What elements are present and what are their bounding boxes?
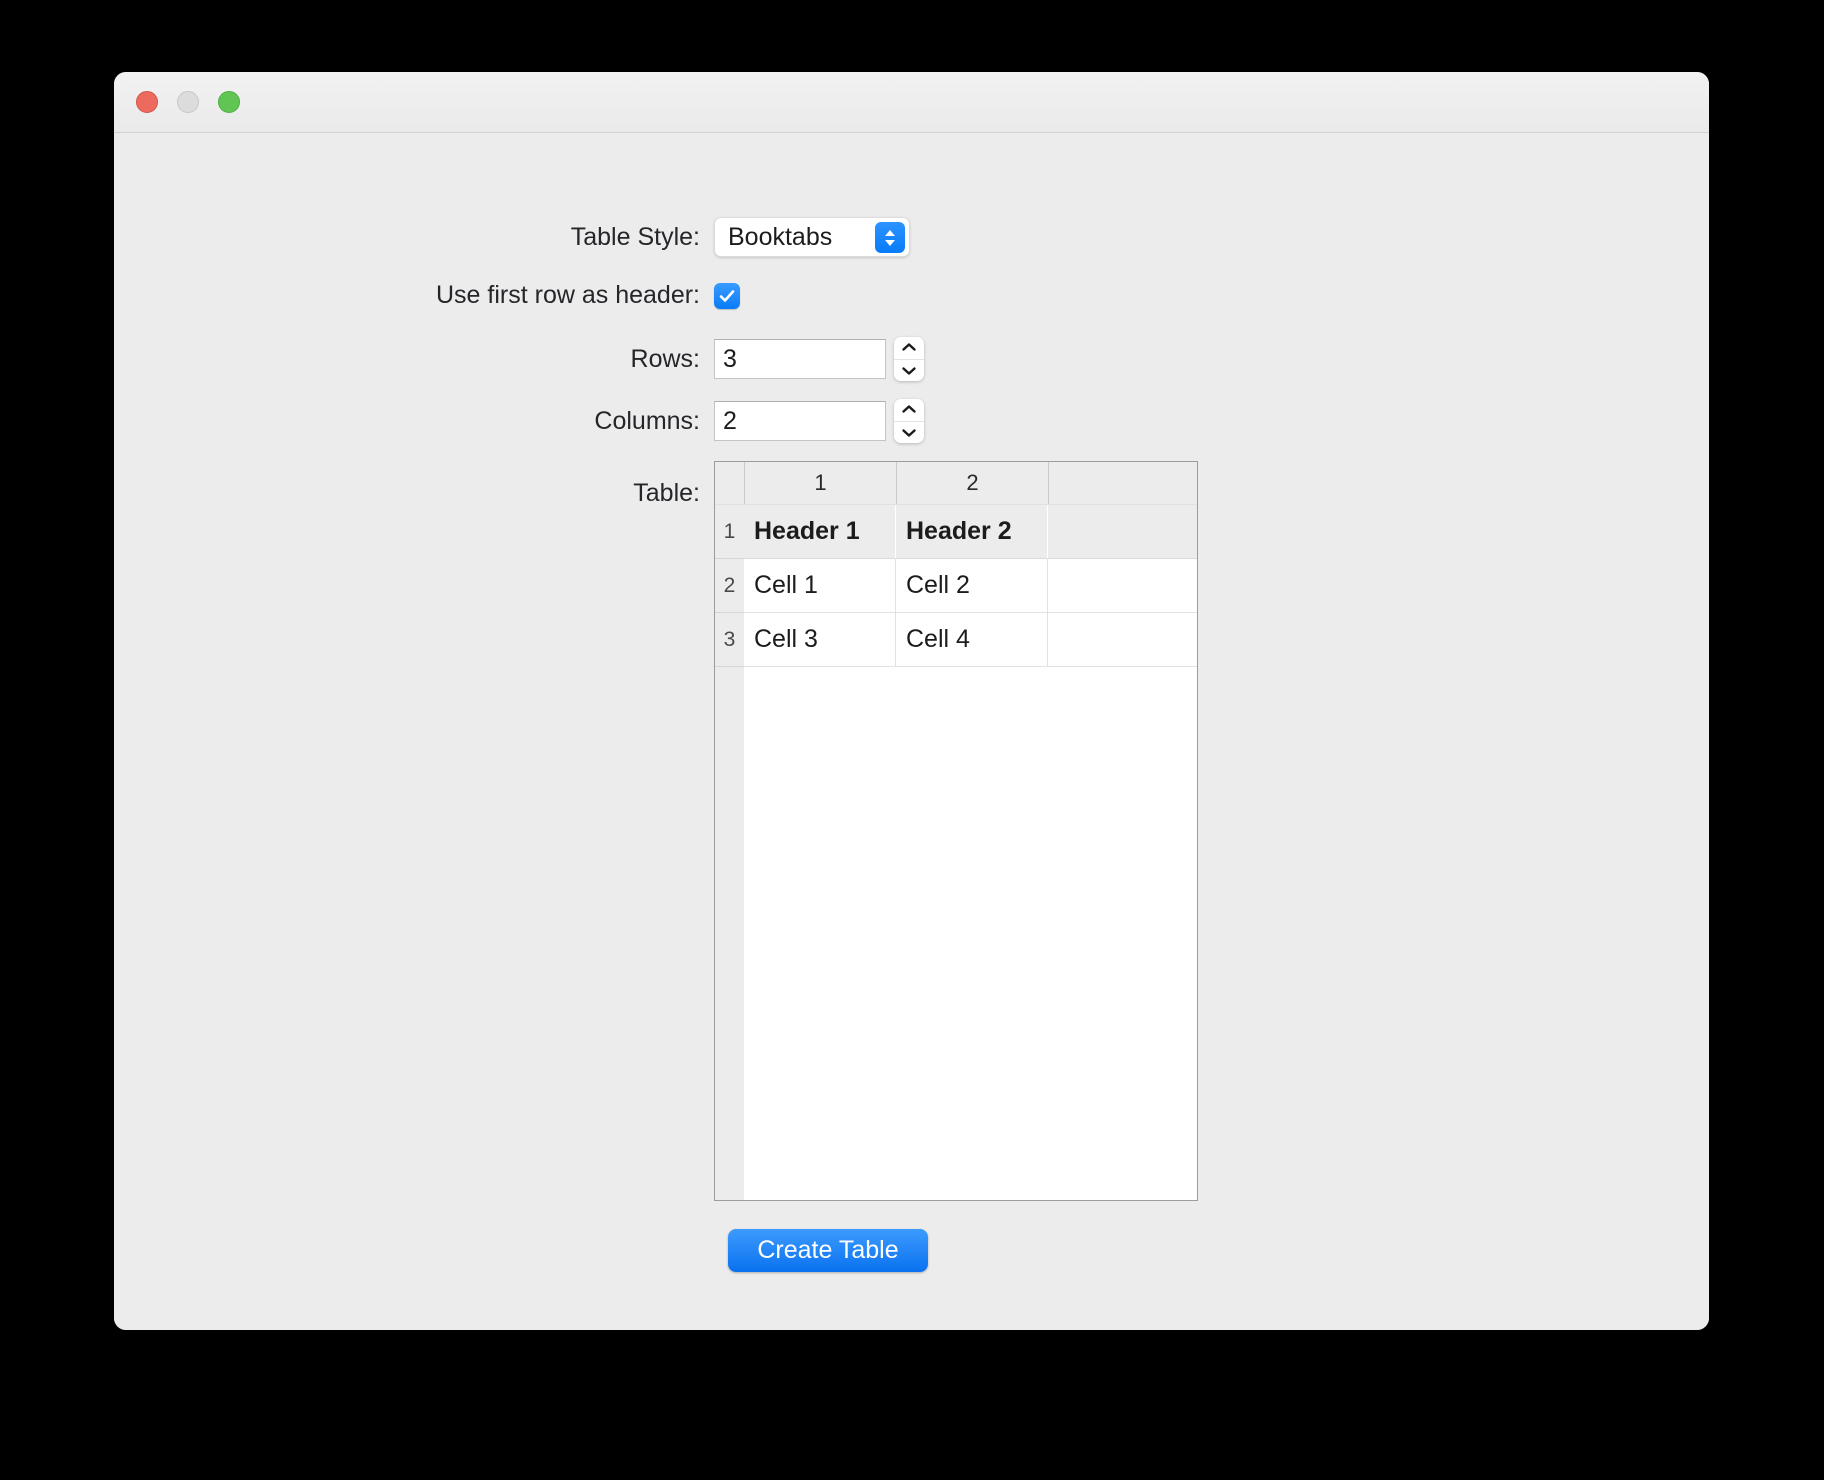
columns-input[interactable]: 2 <box>714 401 886 441</box>
use-first-row-as-header-label: Use first row as header: <box>436 281 700 309</box>
rows-stepper[interactable] <box>894 337 924 381</box>
close-window-icon[interactable] <box>136 91 158 113</box>
column-header-filler <box>1048 462 1197 504</box>
table-blank-area <box>744 667 1197 1200</box>
screen: Table Style: Booktabs Use first row as h… <box>0 0 1824 1480</box>
column-header-2[interactable]: 2 <box>896 462 1048 504</box>
columns-stepper-increment[interactable] <box>894 399 924 421</box>
row-number[interactable]: 3 <box>715 613 744 667</box>
table-style-row: Table Style: Booktabs <box>114 217 910 257</box>
rows-stepper-decrement[interactable] <box>894 358 924 382</box>
table-editor-row: Table: 1 2 1 Header 1 Header 2 2 Cell 1 … <box>114 461 1198 1201</box>
row-number[interactable]: 1 <box>715 505 744 559</box>
columns-stepper[interactable] <box>894 399 924 443</box>
table-cell[interactable]: Header 2 <box>896 505 1048 559</box>
window-content: Table Style: Booktabs Use first row as h… <box>114 133 1709 1330</box>
table-row[interactable]: 3 Cell 3 Cell 4 <box>715 613 1197 667</box>
table-style-label: Table Style: <box>570 222 700 251</box>
table-row[interactable]: 1 Header 1 Header 2 <box>715 505 1197 559</box>
column-header-1[interactable]: 1 <box>744 462 896 504</box>
use-first-row-as-header-row: Use first row as header: <box>114 281 740 310</box>
rows-row: Rows: 3 <box>114 337 924 381</box>
table-row[interactable]: 2 Cell 1 Cell 2 <box>715 559 1197 613</box>
table-editor[interactable]: 1 2 1 Header 1 Header 2 2 Cell 1 Cell 2 … <box>714 461 1198 1201</box>
table-cell-filler <box>1048 559 1197 613</box>
chevron-down-icon <box>901 427 917 438</box>
columns-stepper-decrement[interactable] <box>894 420 924 444</box>
table-cell[interactable]: Cell 2 <box>896 559 1048 613</box>
table-cell[interactable]: Cell 1 <box>744 559 896 613</box>
maximize-window-icon[interactable] <box>218 91 240 113</box>
rows-stepper-increment[interactable] <box>894 337 924 359</box>
table-style-value: Booktabs <box>728 222 833 251</box>
table-column-header: 1 2 <box>715 462 1197 505</box>
chevron-up-icon <box>901 404 917 415</box>
table-cell[interactable]: Cell 4 <box>896 613 1048 667</box>
chevron-up-icon <box>901 342 917 353</box>
table-grid-body: 1 Header 1 Header 2 2 Cell 1 Cell 2 3 Ce… <box>715 505 1197 1200</box>
chevron-up-down-icon <box>875 222 905 253</box>
table-cell-filler <box>1048 613 1197 667</box>
table-cell[interactable]: Header 1 <box>744 505 896 559</box>
table-cell-filler <box>1048 505 1197 559</box>
columns-row: Columns: 2 <box>114 399 924 443</box>
traffic-light-controls <box>136 91 240 113</box>
rows-input[interactable]: 3 <box>714 339 886 379</box>
checkmark-icon <box>717 286 737 306</box>
columns-label: Columns: <box>594 406 700 435</box>
table-corner-cell <box>715 462 744 504</box>
table-cell[interactable]: Cell 3 <box>744 613 896 667</box>
table-creator-window: Table Style: Booktabs Use first row as h… <box>114 72 1709 1330</box>
row-number[interactable]: 2 <box>715 559 744 613</box>
rows-label: Rows: <box>630 344 700 373</box>
create-table-button[interactable]: Create Table <box>728 1229 928 1272</box>
table-style-select[interactable]: Booktabs <box>714 217 910 257</box>
table-empty-area <box>715 667 1197 1200</box>
window-titlebar[interactable] <box>114 72 1709 133</box>
row-gutter-filler <box>715 667 744 1200</box>
table-label: Table: <box>633 479 700 507</box>
chevron-down-icon <box>901 365 917 376</box>
create-table-action-area: Create Table <box>728 1229 928 1272</box>
minimize-window-icon[interactable] <box>177 91 199 113</box>
use-first-row-as-header-checkbox[interactable] <box>714 282 740 309</box>
